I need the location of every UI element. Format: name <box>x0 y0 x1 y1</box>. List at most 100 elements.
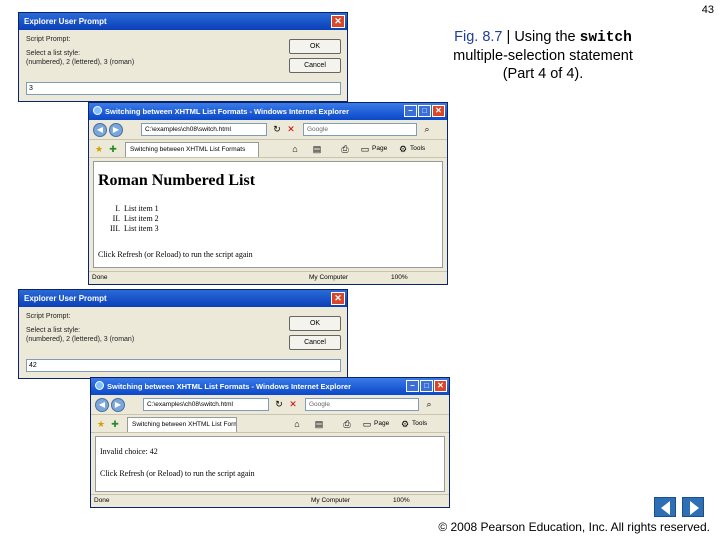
stop-icon[interactable]: ✕ <box>285 123 297 135</box>
add-favorite-icon[interactable]: ✚ <box>107 143 119 155</box>
close-icon[interactable]: ✕ <box>331 15 345 28</box>
ok-button[interactable]: OK <box>289 316 341 331</box>
tools-menu[interactable]: Tools <box>410 145 425 152</box>
prompt-dialog-1: Explorer User Prompt ✕ Script Prompt: Se… <box>18 12 348 102</box>
status-text: Done <box>92 274 108 281</box>
add-favorite-icon[interactable]: ✚ <box>109 418 121 430</box>
favorites-star-icon[interactable]: ★ <box>93 143 105 155</box>
refresh-instruction: Click Refresh (or Reload) to run the scr… <box>100 469 255 478</box>
cancel-button[interactable]: Cancel <box>289 335 341 350</box>
page-number: 43 <box>701 4 714 16</box>
close-icon[interactable]: ✕ <box>331 292 345 305</box>
caption-text-before: Using the <box>514 29 580 45</box>
prompt-dialog-2: Explorer User Prompt ✕ Script Prompt: Se… <box>18 289 348 379</box>
maximize-icon[interactable]: □ <box>420 380 433 392</box>
minimize-icon[interactable]: – <box>406 380 419 392</box>
prompt-line-2: (numbered), 2 (lettered), 3 (roman) <box>26 336 135 343</box>
zone-label: My Computer <box>311 497 351 504</box>
browser-titlebar: Switching between XHTML List Formats - W… <box>91 378 449 395</box>
dialog-title: Explorer User Prompt <box>24 294 107 303</box>
page-menu[interactable]: Page <box>374 420 389 427</box>
status-bar: Done My Computer 100% <box>89 271 447 284</box>
page-icon[interactable]: ▭ <box>359 143 371 155</box>
page-content: Invalid choice: 42 Click Refresh (or Rel… <box>95 436 445 492</box>
search-input[interactable]: Google <box>305 398 419 411</box>
navigation-bar: ◀ ▶ C:\examples\ch08\switch.html ↻ ✕ Goo… <box>89 120 447 140</box>
prompt-input[interactable]: 3 <box>26 82 341 95</box>
prompt-line-2: (numbered), 2 (lettered), 3 (roman) <box>26 59 135 66</box>
refresh-icon[interactable]: ↻ <box>271 123 283 135</box>
tools-icon[interactable]: ⚙ <box>399 418 411 430</box>
caption-separator: | <box>502 29 515 45</box>
search-icon[interactable]: ⌕ <box>423 398 435 410</box>
page-menu[interactable]: Page <box>372 145 387 152</box>
browser-title: Switching between XHTML List Formats - W… <box>107 382 351 391</box>
ie-icon <box>95 381 104 390</box>
tools-menu[interactable]: Tools <box>412 420 427 427</box>
close-icon[interactable]: ✕ <box>434 380 447 392</box>
list-item: II. List item 2 <box>112 214 159 223</box>
browser-window-2: Switching between XHTML List Formats - W… <box>90 377 450 508</box>
dialog-titlebar: Explorer User Prompt ✕ <box>19 13 347 30</box>
print-icon[interactable]: ⎙ <box>339 143 351 155</box>
tools-icon[interactable]: ⚙ <box>397 143 409 155</box>
feeds-icon[interactable]: ▤ <box>313 418 325 430</box>
caption-text-after: multiple-selection statement (Part 4 of … <box>453 48 633 82</box>
caption-code: switch <box>579 30 632 46</box>
tab-current[interactable]: Switching between XHTML List Formats <box>125 142 259 157</box>
page-heading: Roman Numbered List <box>98 172 256 189</box>
figure-number: Fig. 8.7 <box>454 29 503 45</box>
dialog-message: Script Prompt: Select a list style: (num… <box>26 312 134 344</box>
window-buttons: – □ ✕ <box>404 105 445 117</box>
next-slide-icon[interactable] <box>682 497 704 517</box>
zoom-level[interactable]: 100% <box>393 495 410 507</box>
dialog-message: Script Prompt: Select a list style: (num… <box>26 35 134 67</box>
list-item: I. List item 1 <box>115 204 159 213</box>
dialog-title: Explorer User Prompt <box>24 17 107 26</box>
invalid-choice-text: Invalid choice: 42 <box>100 447 158 456</box>
status-text: Done <box>94 497 110 504</box>
window-buttons: – □ ✕ <box>406 380 447 392</box>
forward-icon[interactable]: ▶ <box>111 398 125 412</box>
forward-icon[interactable]: ▶ <box>109 123 123 137</box>
tab-row: ★ ✚ Switching between XHTML List Formats… <box>89 140 447 158</box>
prompt-input[interactable]: 42 <box>26 359 341 372</box>
prompt-line-1: Select a list style: <box>26 327 81 334</box>
tab-current[interactable]: Switching between XHTML List Formats <box>127 417 237 432</box>
previous-slide-icon[interactable] <box>654 497 676 517</box>
page-icon[interactable]: ▭ <box>361 418 373 430</box>
ie-icon <box>93 106 102 115</box>
minimize-icon[interactable]: – <box>404 105 417 117</box>
cancel-button[interactable]: Cancel <box>289 58 341 73</box>
search-icon[interactable]: ⌕ <box>421 123 433 135</box>
home-icon[interactable]: ⌂ <box>291 418 303 430</box>
zoom-level[interactable]: 100% <box>391 272 408 284</box>
back-icon[interactable]: ◀ <box>93 123 107 137</box>
figure-caption: Fig. 8.7 | Using the switch multiple-sel… <box>436 28 650 83</box>
close-icon[interactable]: ✕ <box>432 105 445 117</box>
address-bar[interactable]: C:\examples\ch08\switch.html <box>141 123 267 136</box>
back-icon[interactable]: ◀ <box>95 398 109 412</box>
search-input[interactable]: Google <box>303 123 417 136</box>
feeds-icon[interactable]: ▤ <box>311 143 323 155</box>
roman-list: I. List item 1 II. List item 2 III. List it… <box>106 204 159 234</box>
address-bar[interactable]: C:\examples\ch08\switch.html <box>143 398 269 411</box>
page-content: Roman Numbered List I. List item 1 II. Lis… <box>93 161 443 268</box>
script-prompt-label: Script Prompt: <box>26 313 71 320</box>
browser-titlebar: Switching between XHTML List Formats - W… <box>89 103 447 120</box>
copyright-notice: © 2008 Pearson Education, Inc. All right… <box>438 520 710 534</box>
browser-title: Switching between XHTML List Formats - W… <box>105 107 349 116</box>
tab-row: ★ ✚ Switching between XHTML List Formats… <box>91 415 449 433</box>
maximize-icon[interactable]: □ <box>418 105 431 117</box>
favorites-star-icon[interactable]: ★ <box>95 418 107 430</box>
ok-button[interactable]: OK <box>289 39 341 54</box>
navigation-bar: ◀ ▶ C:\examples\ch08\switch.html ↻ ✕ Goo… <box>91 395 449 415</box>
refresh-icon[interactable]: ↻ <box>273 398 285 410</box>
refresh-instruction: Click Refresh (or Reload) to run the scr… <box>98 250 253 259</box>
browser-window-1: Switching between XHTML List Formats - W… <box>88 102 448 285</box>
home-icon[interactable]: ⌂ <box>289 143 301 155</box>
print-icon[interactable]: ⎙ <box>341 418 353 430</box>
status-bar: Done My Computer 100% <box>91 494 449 507</box>
zone-label: My Computer <box>309 274 349 281</box>
stop-icon[interactable]: ✕ <box>287 398 299 410</box>
